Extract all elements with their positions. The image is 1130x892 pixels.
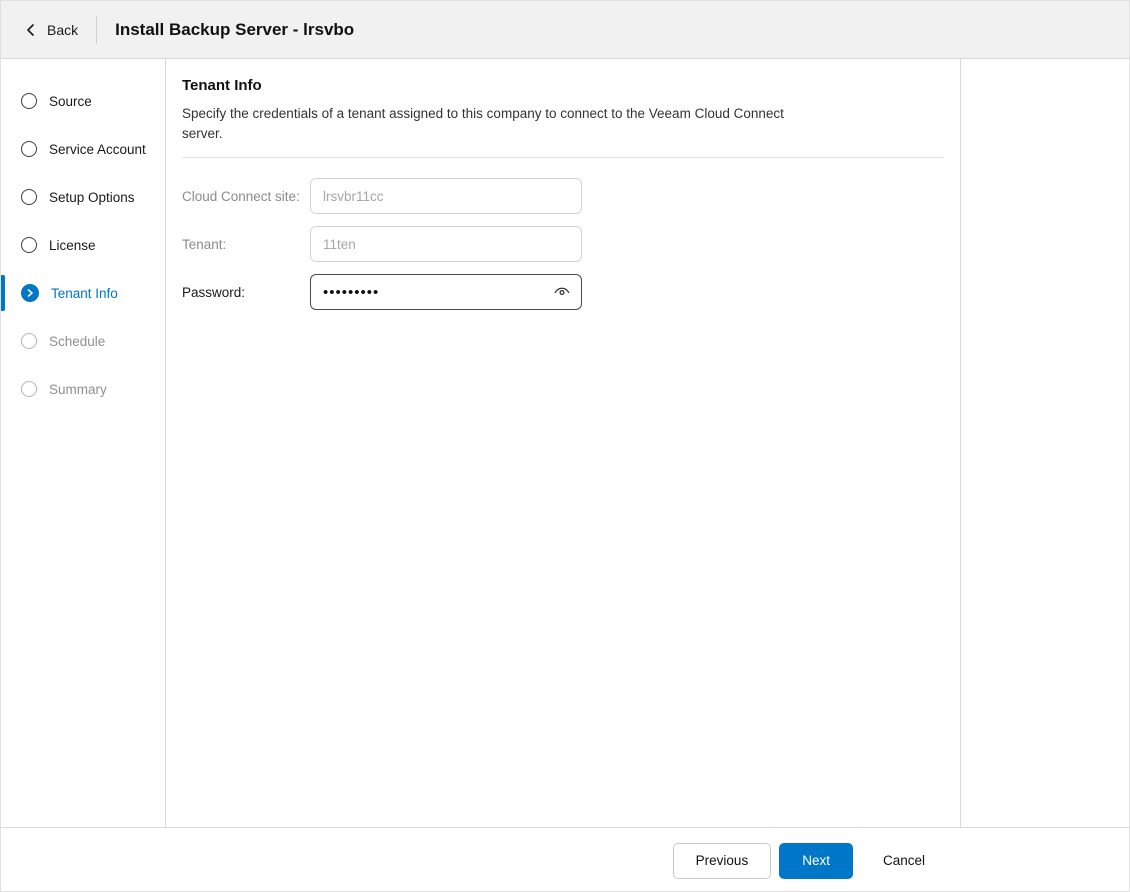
right-gutter <box>961 59 1129 827</box>
step-circle-icon <box>21 141 37 157</box>
wizard-steps-sidebar: Source Service Account Setup Options Lic… <box>1 59 166 827</box>
step-source[interactable]: Source <box>1 77 165 125</box>
step-active-circle-icon <box>21 284 39 302</box>
password-input[interactable] <box>310 274 582 310</box>
step-label: Schedule <box>49 334 105 349</box>
tenant-input <box>310 226 582 262</box>
panel-divider <box>182 157 944 158</box>
step-schedule[interactable]: Schedule <box>1 317 165 365</box>
tenant-label: Tenant: <box>182 237 310 252</box>
step-label: Summary <box>49 382 107 397</box>
chevron-left-icon <box>25 24 37 36</box>
wizard-body: Source Service Account Setup Options Lic… <box>1 59 1129 827</box>
password-row: Password: <box>182 274 944 310</box>
step-circle-icon <box>21 189 37 205</box>
back-button[interactable]: Back <box>17 16 86 44</box>
cancel-button[interactable]: Cancel <box>881 843 927 879</box>
tenant-row: Tenant: <box>182 226 944 262</box>
eye-icon <box>553 283 571 301</box>
chevron-right-icon <box>26 289 34 297</box>
page-title: Install Backup Server - lrsvbo <box>115 20 354 40</box>
step-license[interactable]: License <box>1 221 165 269</box>
previous-button[interactable]: Previous <box>673 843 772 879</box>
wizard-header: Back Install Backup Server - lrsvbo <box>1 1 1129 59</box>
cloud-connect-site-input <box>310 178 582 214</box>
panel-title: Tenant Info <box>182 77 944 94</box>
step-label: License <box>49 238 96 253</box>
step-label: Setup Options <box>49 190 135 205</box>
wizard-footer: Previous Next Cancel <box>1 827 1129 892</box>
step-label: Tenant Info <box>51 286 118 301</box>
step-label: Service Account <box>49 142 146 157</box>
install-backup-server-wizard: Back Install Backup Server - lrsvbo Sour… <box>0 0 1130 892</box>
step-circle-icon <box>21 93 37 109</box>
step-circle-icon <box>21 333 37 349</box>
step-tenant-info-active[interactable]: Tenant Info <box>1 269 165 317</box>
password-label: Password: <box>182 285 310 300</box>
cloud-connect-site-row: Cloud Connect site: <box>182 178 944 214</box>
panel-description: Specify the credentials of a tenant assi… <box>182 104 822 143</box>
tenant-info-panel: Tenant Info Specify the credentials of a… <box>166 59 961 827</box>
step-circle-icon <box>21 381 37 397</box>
step-circle-icon <box>21 237 37 253</box>
cloud-connect-site-label: Cloud Connect site: <box>182 189 310 204</box>
show-password-button[interactable] <box>551 281 573 303</box>
back-label: Back <box>47 22 78 38</box>
step-label: Source <box>49 94 92 109</box>
header-divider <box>96 16 97 44</box>
step-summary[interactable]: Summary <box>1 365 165 413</box>
step-setup-options[interactable]: Setup Options <box>1 173 165 221</box>
step-service-account[interactable]: Service Account <box>1 125 165 173</box>
next-button[interactable]: Next <box>779 843 853 879</box>
